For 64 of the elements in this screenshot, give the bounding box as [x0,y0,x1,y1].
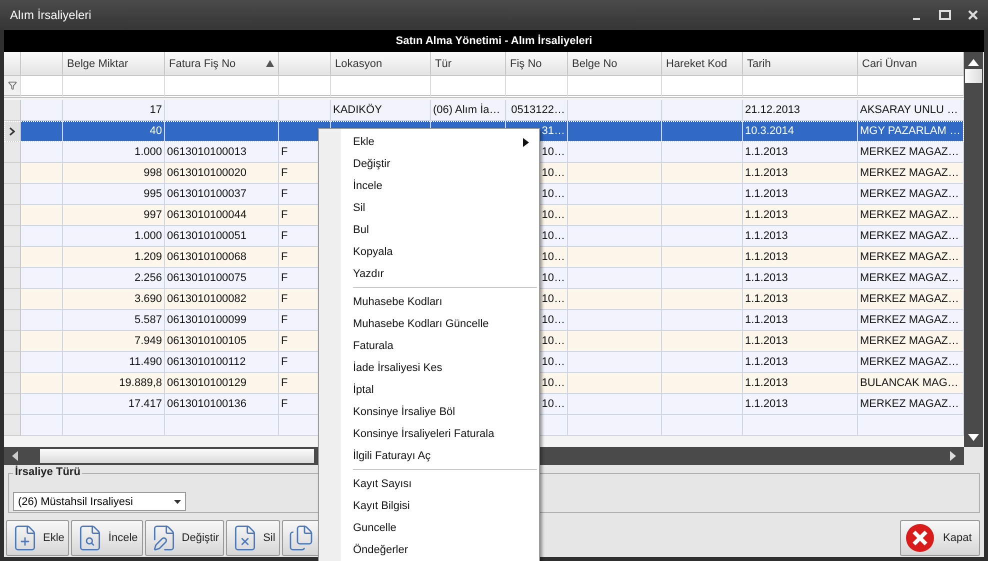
table-cell: 0613010100037 [165,184,279,205]
table-cell: MERKEZ MAGAZ… [858,394,964,415]
table-cell: 0613010100136 [165,394,279,415]
table-cell: 7.949 [63,331,165,352]
table-cell: 1.1.2013 [743,142,858,163]
table-cell: 1.000 [63,226,165,247]
table-cell: 1.1.2013 [743,184,858,205]
table-cell: AKSARAY UNLU … [858,100,964,121]
table-cell: MERKEZ MAGAZ… [858,226,964,247]
group-label: İrsaliye Türü [13,466,82,478]
table-cell: 0613010100075 [165,268,279,289]
table-cell: 1.1.2013 [743,289,858,310]
table-cell: MERKEZ MAGAZ… [858,142,964,163]
table-cell: MERKEZ MAGAZ… [858,289,964,310]
table-cell: 1.1.2013 [743,373,858,394]
table-cell: MERKEZ MAGAZ… [858,247,964,268]
table-cell: KADIKÖY [331,100,431,121]
table-cell: 21.12.2013 [743,100,858,121]
table-cell: 998 [63,163,165,184]
table-cell: 10.3.2014 [743,121,858,142]
table-cell: 0613010100129 [165,373,279,394]
table-cell: 40 [63,121,165,142]
table-cell: 997 [63,205,165,226]
table-cell: 1.1.2013 [743,163,858,184]
table-cell: 0613010100105 [165,331,279,352]
table-cell: 0513122… [506,100,568,121]
table-cell: 0613010100112 [165,352,279,373]
table-cell: 1.1.2013 [743,268,858,289]
table-cell: 1.1.2013 [743,205,858,226]
table-cell: 11.490 [63,352,165,373]
table-cell: 1.000 [63,142,165,163]
grid-caption: Satın Alma Yönetimi - Alım İrsaliyeleri [4,30,984,52]
table-cell: MERKEZ MAGAZ… [858,184,964,205]
table-cell: 1.1.2013 [743,310,858,331]
table-cell: 0613010100013 [165,142,279,163]
table-cell: 0613010100051 [165,226,279,247]
table-cell: 0613010100068 [165,247,279,268]
table-cell: 1.1.2013 [743,352,858,373]
table-cell: 3.690 [63,289,165,310]
table-cell: 1.1.2013 [743,226,858,247]
table-cell: 0613010100044 [165,205,279,226]
table-cell: 0613010100020 [165,163,279,184]
table-cell: 2.256 [63,268,165,289]
table-cell: MERKEZ MAGAZ… [858,163,964,184]
table-cell: 19.889,8 [63,373,165,394]
table-cell: MGY PAZARLAM … [858,121,964,142]
table-cell: MERKEZ MAGAZ… [858,205,964,226]
table-cell: 1.1.2013 [743,394,858,415]
table-cell: 1.209 [63,247,165,268]
table-cell: MERKEZ MAGAZ… [858,268,964,289]
table-cell: (06) Alım İa… [431,100,506,121]
table-cell: 995 [63,184,165,205]
table-cell: 5.587 [63,310,165,331]
table-cell: 1.1.2013 [743,331,858,352]
table-cell: 17 [63,100,165,121]
table-cell: BULANCAK MAG… [858,373,964,394]
window-title: Alım İrsaliyeleri [10,8,92,22]
table-cell: 1.1.2013 [743,247,858,268]
table-cell: 17.417 [63,394,165,415]
table-cell: MERKEZ MAGAZ… [858,331,964,352]
table-cell: 0613010100099 [165,310,279,331]
table-cell: MERKEZ MAGAZ… [858,352,964,373]
table-cell: MERKEZ MAGAZ… [858,310,964,331]
table-cell: 0613010100082 [165,289,279,310]
